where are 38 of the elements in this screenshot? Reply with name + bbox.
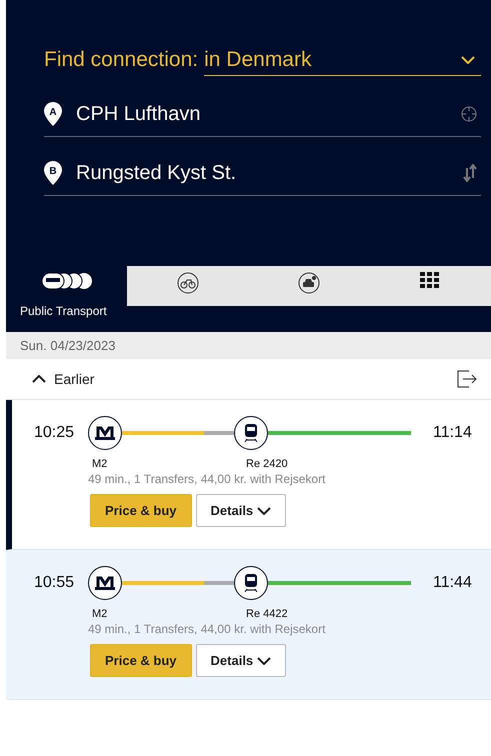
- earlier-button[interactable]: Earlier: [32, 371, 94, 387]
- price-buy-button[interactable]: Price & buy: [90, 644, 192, 677]
- train-icon: [244, 574, 258, 592]
- departure-time: 10:25: [34, 424, 76, 442]
- line-label: M2: [91, 608, 108, 620]
- region-dropdown[interactable]: in Denmark: [204, 48, 481, 76]
- location-pin-icon: A: [44, 102, 62, 126]
- details-button[interactable]: Details: [196, 644, 286, 677]
- arrival-time: 11:44: [433, 574, 472, 592]
- details-button[interactable]: Details: [196, 494, 286, 527]
- line-label: Re 2420: [245, 458, 289, 470]
- chevron-down-icon: [257, 656, 272, 664]
- location-field[interactable]: A CPH Lufthavn: [44, 102, 481, 137]
- metro-icon: [95, 576, 115, 590]
- find-connection-label: Find connection:: [44, 48, 198, 72]
- arrival-time: 11:14: [433, 424, 472, 442]
- trip-card[interactable]: 10:55 11:44 M2 Re 4422 49 min., 1 Transfers, 44,00 kr. with Rejsekort Price & buy Details: [6, 550, 491, 700]
- transport-tab[interactable]: [370, 266, 491, 306]
- trip-card[interactable]: 10:25 11:14 M2 Re 2420 49 min., 1 Transfers, 44,00 kr. with Rejsekort Price & buy Details: [6, 400, 491, 550]
- bike-icon: [176, 272, 199, 294]
- trip-summary: 49 min., 1 Transfers, 44,00 kr. with Rejsekort: [88, 472, 326, 486]
- location-field[interactable]: B Rungsted Kyst St.: [44, 161, 481, 196]
- train-icon: [244, 424, 258, 442]
- chevron-down-icon: [257, 506, 272, 514]
- swap-icon[interactable]: [463, 164, 477, 182]
- grid-icon: [420, 272, 440, 290]
- trip-summary: 49 min., 1 Transfers, 44,00 kr. with Rejsekort: [88, 622, 326, 636]
- export-icon[interactable]: [457, 370, 477, 388]
- date-bar: Sun. 04/23/2023: [6, 332, 491, 359]
- location-pin-icon: B: [44, 161, 62, 185]
- chevron-up-icon: [32, 375, 46, 383]
- price-buy-button[interactable]: Price & buy: [90, 494, 192, 527]
- chevron-down-icon: [461, 56, 475, 64]
- line-label: Re 4422: [245, 608, 289, 620]
- metro-icon: [95, 426, 115, 440]
- departure-time: 10:55: [34, 574, 76, 592]
- line-label: M2: [91, 458, 108, 470]
- crosshair-icon[interactable]: [461, 106, 477, 122]
